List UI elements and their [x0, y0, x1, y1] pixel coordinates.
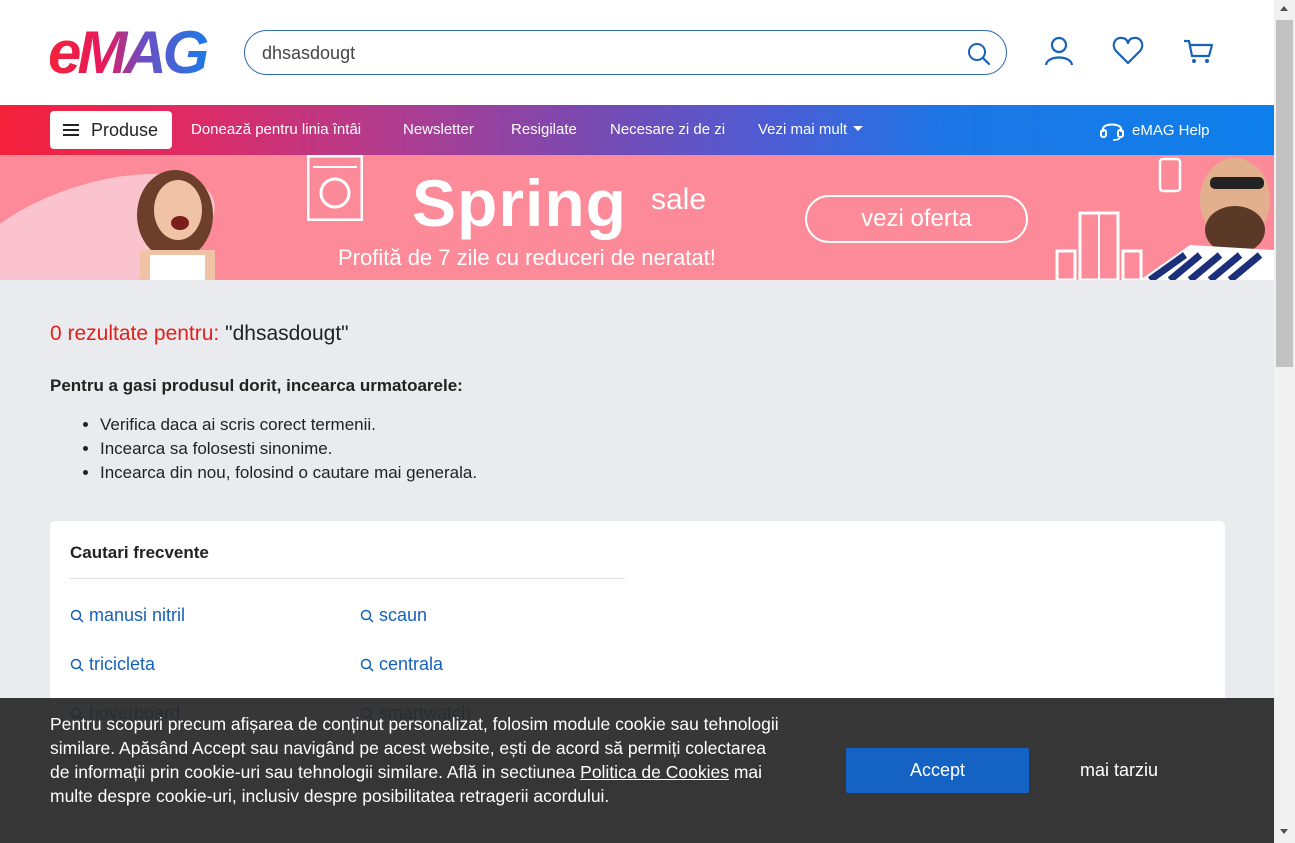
- caret-down-icon: [853, 126, 864, 131]
- washer-image: [307, 155, 363, 221]
- scrollbar-thumb[interactable]: [1276, 20, 1293, 367]
- produse-menu-button[interactable]: Produse: [50, 111, 172, 149]
- search-icon: [360, 609, 374, 623]
- search-icon: [70, 609, 84, 623]
- frequent-search-link[interactable]: scaun: [360, 605, 427, 626]
- banner-man-image: [1140, 158, 1274, 280]
- search-icon: [360, 658, 374, 672]
- frequent-search-label: scaun: [379, 605, 428, 625]
- cookie-banner: Pentru scopuri precum afișarea de conțin…: [0, 698, 1274, 843]
- nav-link-doneaza[interactable]: Donează pentru linia întâi: [191, 121, 361, 138]
- results-heading: 0 rezultate pentru: "dhsasdougt": [50, 322, 349, 346]
- banner-title: Spring: [412, 166, 627, 240]
- headset-icon: [1100, 123, 1124, 141]
- frequent-searches-title: Cautari frecvente: [70, 543, 209, 562]
- search-icon: [70, 658, 84, 672]
- frequent-search-label: centrala: [379, 654, 444, 674]
- scroll-down-icon[interactable]: [1280, 829, 1288, 834]
- cookie-policy-link[interactable]: Politica de Cookies: [580, 762, 729, 782]
- later-button[interactable]: mai tarziu: [1080, 760, 1158, 781]
- frequent-search-label: manusi nitril: [89, 605, 186, 625]
- page-scrollbar[interactable]: [1274, 0, 1295, 843]
- banner-woman-image: [137, 170, 215, 280]
- nav-link-necesare[interactable]: Necesare zi de zi: [610, 121, 725, 138]
- nav-link-newsletter[interactable]: Newsletter: [403, 121, 474, 138]
- cart-icon[interactable]: [1182, 34, 1216, 68]
- cookie-text: Pentru scopuri precum afișarea de conțin…: [50, 712, 790, 808]
- main-navbar: Produse Donează pentru linia întâi Newsl…: [0, 105, 1274, 155]
- tips-heading: Pentru a gasi produsul dorit, incearca u…: [50, 376, 463, 395]
- banner-subtitle: Profită de 7 zile cu reduceri de neratat…: [338, 245, 716, 270]
- frequent-search-label: tricicleta: [89, 654, 156, 674]
- produse-label: Produse: [91, 119, 159, 140]
- tip-item: Incearca sa folosesti sinonime.: [100, 437, 477, 461]
- user-icon[interactable]: [1042, 34, 1076, 68]
- vezi-mai-mult-label: Vezi mai mult: [758, 121, 848, 138]
- menu-icon: [63, 124, 79, 136]
- spring-sale-banner[interactable]: Spring sale Profită de 7 zile cu reducer…: [0, 155, 1274, 280]
- tips-list: Verifica daca ai scris corect termenii. …: [100, 413, 477, 485]
- divider: [70, 578, 625, 579]
- nav-link-resigilate[interactable]: Resigilate: [511, 121, 577, 138]
- vezi-oferta-button[interactable]: vezi oferta: [805, 195, 1028, 243]
- accept-cookies-button[interactable]: Accept: [846, 748, 1029, 793]
- tip-item: Incearca din nou, folosind o cautare mai…: [100, 461, 477, 485]
- banner-tag: sale: [651, 183, 707, 216]
- nav-link-vezi-mai-mult[interactable]: Vezi mai mult: [758, 121, 864, 138]
- scroll-up-icon[interactable]: [1280, 6, 1288, 11]
- tip-item: Verifica daca ai scris corect termenii.: [100, 413, 477, 437]
- search-bar: [244, 30, 1007, 75]
- emag-help-link[interactable]: eMAG Help: [1100, 119, 1210, 141]
- frequent-search-link[interactable]: manusi nitril: [70, 605, 185, 626]
- site-header: eMAG: [0, 0, 1274, 105]
- heart-icon[interactable]: [1111, 34, 1145, 68]
- frequent-search-link[interactable]: tricicleta: [70, 654, 155, 675]
- search-input[interactable]: [262, 41, 952, 65]
- results-query: "dhsasdougt": [225, 322, 349, 345]
- results-count: 0 rezultate pentru:: [50, 322, 220, 345]
- emag-logo[interactable]: eMAG: [50, 28, 220, 78]
- search-icon[interactable]: [966, 41, 992, 67]
- frequent-search-link[interactable]: centrala: [360, 654, 443, 675]
- svg-text:eMAG: eMAG: [50, 28, 208, 78]
- help-label: eMAG Help: [1132, 121, 1210, 139]
